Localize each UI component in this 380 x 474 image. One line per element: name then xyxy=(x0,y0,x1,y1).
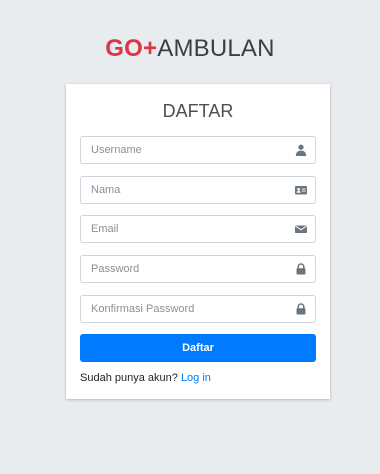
password-input[interactable] xyxy=(81,256,287,282)
lock-icon xyxy=(295,303,307,315)
login-link[interactable]: Log in xyxy=(181,372,211,384)
confirm-password-field-group xyxy=(80,295,316,323)
logo-strong: GO+ xyxy=(105,35,158,62)
username-input[interactable] xyxy=(81,137,287,163)
name-input[interactable] xyxy=(81,177,287,203)
login-prompt-text: Sudah punya akun? xyxy=(80,372,178,384)
register-card: DAFTAR Daftar Sudah punya akun? Log in xyxy=(66,84,330,399)
lock-icon xyxy=(295,263,307,275)
login-prompt: Sudah punya akun? Log in xyxy=(80,371,211,385)
confirm-password-input[interactable] xyxy=(81,296,287,322)
envelope-icon xyxy=(295,223,307,235)
form-title: DAFTAR xyxy=(162,101,234,121)
register-button[interactable]: Daftar xyxy=(80,334,316,362)
logo-light: AMBULAN xyxy=(157,35,275,62)
password-field-group xyxy=(80,255,316,283)
username-field-group xyxy=(80,136,316,164)
user-icon xyxy=(295,144,307,156)
email-input[interactable] xyxy=(81,216,287,242)
id-card-icon xyxy=(295,184,307,196)
app-logo[interactable]: GO+AMBULAN xyxy=(0,34,380,64)
name-field-group xyxy=(80,176,316,204)
email-field-group xyxy=(80,215,316,243)
